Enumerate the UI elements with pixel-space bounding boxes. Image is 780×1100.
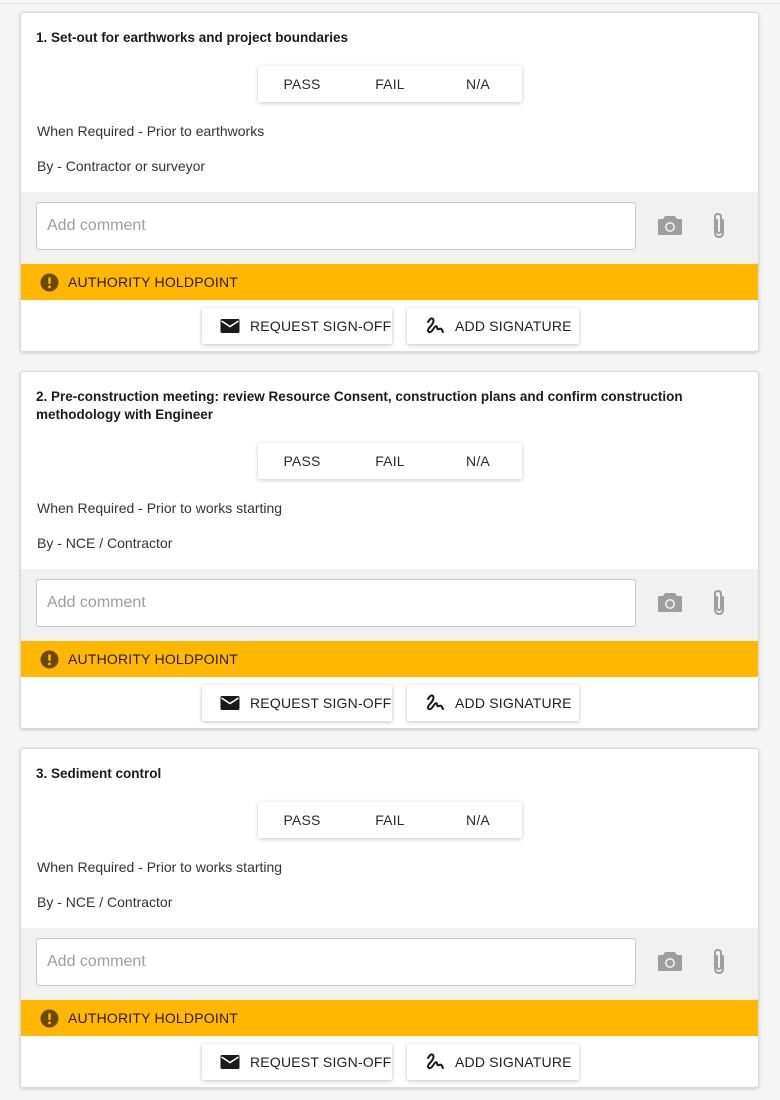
fail-option[interactable]: FAIL xyxy=(346,66,434,102)
na-option[interactable]: N/A xyxy=(434,66,522,102)
holdpoint-label: AUTHORITY HOLDPOINT xyxy=(68,651,239,667)
add-signature-label: ADD SIGNATURE xyxy=(455,318,572,334)
camera-icon[interactable] xyxy=(657,950,683,972)
top-divider xyxy=(0,3,780,4)
request-signoff-label: REQUEST SIGN-OFF xyxy=(250,695,392,711)
pass-option[interactable]: PASS xyxy=(258,66,346,102)
fail-option[interactable]: FAIL xyxy=(346,443,434,479)
comment-input[interactable] xyxy=(36,579,636,627)
add-signature-label: ADD SIGNATURE xyxy=(455,695,572,711)
add-signature-button[interactable]: ADD SIGNATURE xyxy=(407,1044,579,1080)
comment-input[interactable] xyxy=(36,202,636,250)
authority-holdpoint-banner: AUTHORITY HOLDPOINT xyxy=(21,1000,758,1036)
paperclip-icon[interactable] xyxy=(709,589,729,617)
item-title: 1. Set-out for earthworks and project bo… xyxy=(36,30,349,45)
pass-option[interactable]: PASS xyxy=(258,802,346,838)
checklist-item-1: 1. Set-out for earthworks and project bo… xyxy=(20,12,759,352)
request-signoff-label: REQUEST SIGN-OFF xyxy=(250,1054,392,1070)
request-signoff-button[interactable]: REQUEST SIGN-OFF xyxy=(202,308,392,344)
signature-icon xyxy=(427,317,444,334)
result-selector: PASS FAIL N/A xyxy=(258,443,522,479)
authority-holdpoint-banner: AUTHORITY HOLDPOINT xyxy=(21,264,758,300)
signature-icon xyxy=(427,694,444,711)
envelope-icon xyxy=(220,1055,240,1069)
add-signature-label: ADD SIGNATURE xyxy=(455,1054,572,1070)
envelope-icon xyxy=(220,696,240,710)
result-selector: PASS FAIL N/A xyxy=(258,66,522,102)
comment-section xyxy=(21,928,758,1000)
responsible-party-text: By - Contractor or surveyor xyxy=(37,158,206,174)
item-title: 2. Pre-construction meeting: review Reso… xyxy=(36,389,683,422)
authority-holdpoint-banner: AUTHORITY HOLDPOINT xyxy=(21,641,758,677)
responsible-party-text: By - NCE / Contractor xyxy=(37,894,173,910)
when-required-text: When Required - Prior to works starting xyxy=(37,500,283,516)
checklist-item-2: 2. Pre-construction meeting: review Reso… xyxy=(20,371,759,729)
exclamation-icon xyxy=(40,1008,59,1028)
na-option[interactable]: N/A xyxy=(434,802,522,838)
fail-option[interactable]: FAIL xyxy=(346,802,434,838)
request-signoff-button[interactable]: REQUEST SIGN-OFF xyxy=(202,685,392,721)
signature-icon xyxy=(427,1053,444,1070)
camera-icon[interactable] xyxy=(657,591,683,613)
na-option[interactable]: N/A xyxy=(434,443,522,479)
item-title: 3. Sediment control xyxy=(36,766,162,781)
result-selector: PASS FAIL N/A xyxy=(258,802,522,838)
comment-section xyxy=(21,192,758,264)
comment-section xyxy=(21,569,758,641)
paperclip-icon[interactable] xyxy=(709,948,729,976)
request-signoff-button[interactable]: REQUEST SIGN-OFF xyxy=(202,1044,392,1080)
paperclip-icon[interactable] xyxy=(709,212,729,240)
pass-option[interactable]: PASS xyxy=(258,443,346,479)
add-signature-button[interactable]: ADD SIGNATURE xyxy=(407,308,579,344)
holdpoint-label: AUTHORITY HOLDPOINT xyxy=(68,274,239,290)
when-required-text: When Required - Prior to works starting xyxy=(37,859,283,875)
responsible-party-text: By - NCE / Contractor xyxy=(37,535,173,551)
holdpoint-label: AUTHORITY HOLDPOINT xyxy=(68,1010,239,1026)
camera-icon[interactable] xyxy=(657,214,683,236)
comment-input[interactable] xyxy=(36,938,636,986)
envelope-icon xyxy=(220,319,240,333)
when-required-text: When Required - Prior to earthworks xyxy=(37,123,265,139)
checklist-item-3: 3. Sediment control PASS FAIL N/A When R… xyxy=(20,748,759,1088)
exclamation-icon xyxy=(40,649,59,669)
exclamation-icon xyxy=(40,272,59,292)
add-signature-button[interactable]: ADD SIGNATURE xyxy=(407,685,579,721)
request-signoff-label: REQUEST SIGN-OFF xyxy=(250,318,392,334)
